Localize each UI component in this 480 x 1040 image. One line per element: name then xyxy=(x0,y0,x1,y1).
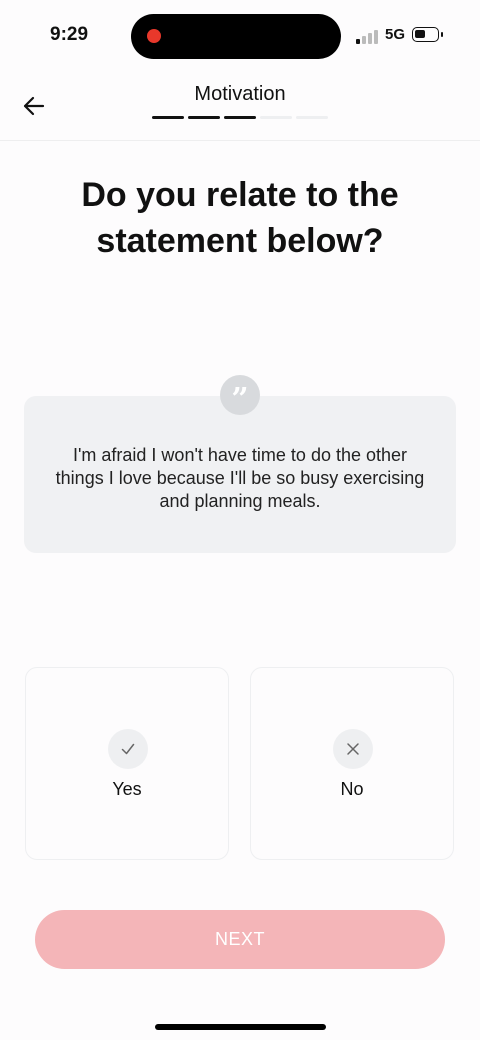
progress-step-pending xyxy=(296,116,328,119)
status-bar: 9:29 5G xyxy=(0,0,480,72)
statement-text: I'm afraid I won't have time to do the o… xyxy=(55,445,425,511)
progress-step-completed xyxy=(188,116,220,119)
cellular-signal-icon xyxy=(356,28,380,44)
no-option[interactable]: No xyxy=(250,667,454,860)
progress-step-pending xyxy=(260,116,292,119)
progress-step-completed xyxy=(224,116,256,119)
question-heading: Do you relate to the statement below? xyxy=(81,176,399,260)
quote-icon: ” xyxy=(220,375,260,417)
home-indicator xyxy=(155,1024,326,1030)
no-option-label: No xyxy=(340,779,364,799)
progress-step-completed xyxy=(152,116,184,119)
battery-icon xyxy=(412,27,443,42)
yes-option[interactable]: Yes xyxy=(25,667,229,860)
close-icon xyxy=(333,729,373,769)
page-title: Motivation xyxy=(194,83,286,105)
step-progress xyxy=(152,116,328,119)
next-button[interactable]: NEXT xyxy=(35,910,445,969)
header: Motivation xyxy=(0,72,480,141)
network-type: 5G xyxy=(385,26,406,43)
checkmark-icon xyxy=(108,729,148,769)
yes-option-label: Yes xyxy=(112,779,142,799)
recording-indicator-icon xyxy=(147,29,161,43)
status-time: 9:29 xyxy=(50,24,89,45)
dynamic-island xyxy=(131,14,341,59)
